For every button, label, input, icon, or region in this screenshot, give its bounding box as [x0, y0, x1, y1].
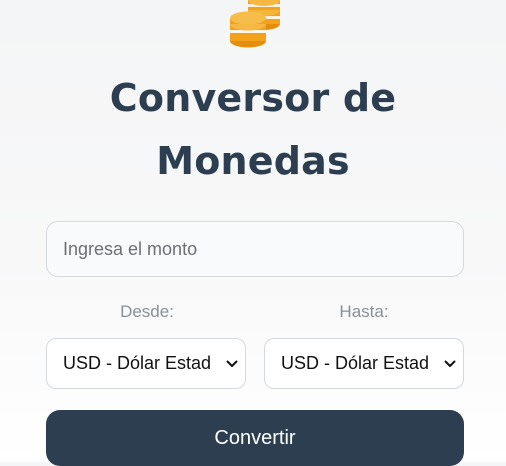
from-label: Desde:: [120, 302, 174, 321]
to-label: Hasta:: [339, 302, 389, 321]
to-currency-value: USD - Dólar Estad: [281, 353, 430, 373]
coins-icon: [224, 0, 286, 50]
amount-input[interactable]: [46, 221, 464, 277]
from-currency-value: USD - Dólar Estad: [63, 353, 212, 373]
to-currency-select[interactable]: USD - Dólar Estad: [264, 338, 464, 389]
convert-button[interactable]: Convertir: [46, 410, 464, 466]
from-currency-select[interactable]: USD - Dólar Estad: [46, 338, 246, 389]
chevron-down-icon: [437, 360, 463, 368]
chevron-down-icon: [219, 360, 245, 368]
page-title-line2: Monedas: [156, 139, 350, 183]
page-title-line1: Conversor de: [109, 76, 397, 120]
